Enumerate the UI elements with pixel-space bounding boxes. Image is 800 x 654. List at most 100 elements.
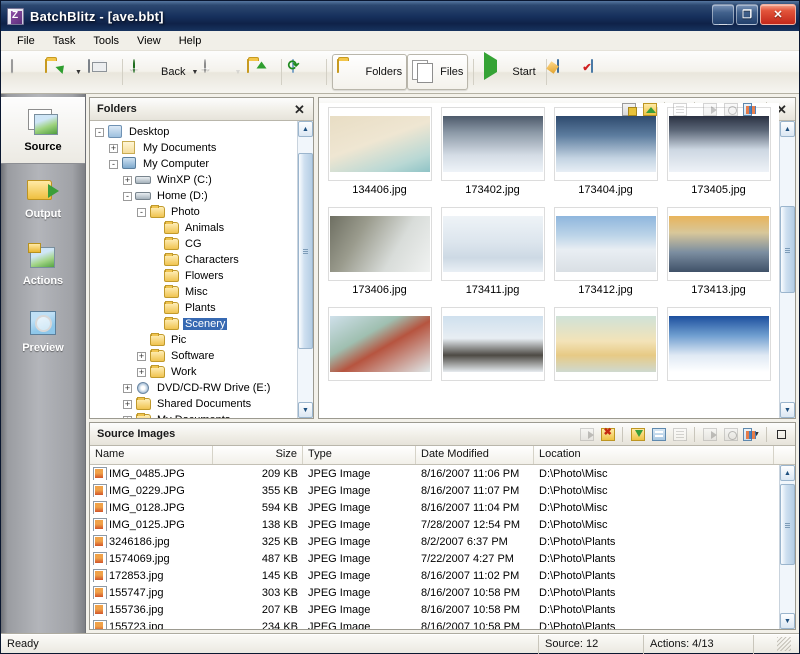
checklist-button[interactable] — [586, 54, 620, 90]
menu-file[interactable]: File — [8, 33, 44, 49]
table-row[interactable]: 172853.jpg145 KBJPEG Image8/16/2007 11:0… — [90, 567, 779, 584]
scroll-down-icon[interactable]: ▼ — [780, 613, 795, 629]
folders-tree-scrollbar[interactable]: ▲ ▼ — [297, 121, 313, 418]
sidebar-item-source[interactable]: Source — [1, 97, 85, 164]
view-mode-button[interactable]: ▼ — [742, 425, 761, 443]
scroll-track[interactable] — [780, 137, 795, 402]
column-header-date-modified[interactable]: Date Modified — [416, 446, 534, 464]
scroll-thumb[interactable] — [780, 484, 795, 566]
tree-item-plants[interactable]: Plants — [93, 300, 297, 316]
tree-item-winxp-c[interactable]: +WinXP (C:) — [93, 172, 297, 188]
scroll-down-icon[interactable]: ▼ — [298, 402, 313, 418]
tree-item-dvd-cd-rw-drive-e[interactable]: +DVD/CD-RW Drive (E:) — [93, 380, 297, 396]
tree-item-software[interactable]: +Software — [93, 348, 297, 364]
tree-item-my-documents[interactable]: +My Documents — [93, 140, 297, 156]
expand-icon[interactable]: + — [137, 368, 146, 377]
save-button[interactable] — [83, 54, 117, 90]
open-folder-button[interactable] — [40, 54, 74, 90]
back-button[interactable]: ← Back — [128, 54, 190, 90]
thumbnail-item[interactable]: 134406.jpg — [323, 103, 436, 203]
scroll-thumb[interactable] — [298, 153, 313, 349]
scroll-down-icon[interactable]: ▼ — [780, 402, 795, 418]
table-row[interactable]: IMG_0125.JPG138 KBJPEG Image7/28/2007 12… — [90, 516, 779, 533]
forward-button[interactable]: → — [199, 54, 233, 90]
scroll-thumb[interactable] — [780, 206, 795, 293]
files-toggle-button[interactable]: Files — [407, 54, 468, 90]
tree-item-my-computer[interactable]: -My Computer — [93, 156, 297, 172]
thumbnail-item[interactable] — [549, 303, 662, 403]
expand-icon[interactable]: + — [109, 144, 118, 153]
tree-item-photo[interactable]: -Photo — [93, 204, 297, 220]
table-row[interactable]: IMG_0485.JPG209 KBJPEG Image8/16/2007 11… — [90, 465, 779, 482]
scroll-up-icon[interactable]: ▲ — [298, 121, 313, 137]
grab-selection-button[interactable] — [619, 100, 638, 118]
source-images-list[interactable]: IMG_0485.JPG209 KBJPEG Image8/16/2007 11… — [90, 465, 779, 629]
remove-button[interactable] — [598, 425, 617, 443]
thumbnail-item[interactable] — [323, 303, 436, 403]
column-header-size[interactable]: Size — [213, 446, 303, 464]
thumbnail-item[interactable] — [436, 303, 549, 403]
maximize-button[interactable]: ❐ — [736, 4, 758, 25]
grid-button[interactable] — [649, 425, 668, 443]
source-images-scrollbar[interactable]: ▲ ▼ — [779, 465, 795, 629]
table-row[interactable]: 155736.jpg207 KBJPEG Image8/16/2007 10:5… — [90, 601, 779, 618]
menu-help[interactable]: Help — [170, 33, 211, 49]
menu-view[interactable]: View — [128, 33, 170, 49]
files-scrollbar[interactable]: ▲ ▼ — [779, 121, 795, 418]
thumbnail-item[interactable]: 173412.jpg — [549, 203, 662, 303]
table-row[interactable]: IMG_0128.JPG594 KBJPEG Image8/16/2007 11… — [90, 499, 779, 516]
tree-item-pic[interactable]: Pic — [93, 332, 297, 348]
table-row[interactable]: IMG_0229.JPG355 KBJPEG Image8/16/2007 11… — [90, 482, 779, 499]
resize-grip-icon[interactable] — [777, 637, 791, 651]
tree-item-animals[interactable]: Animals — [93, 220, 297, 236]
thumbnail-item[interactable]: 173402.jpg — [436, 103, 549, 203]
expand-icon[interactable]: + — [123, 400, 132, 409]
refresh-button[interactable]: ⟳ — [287, 54, 321, 90]
sidebar-item-preview[interactable]: Preview — [1, 298, 85, 365]
table-row[interactable]: 155747.jpg303 KBJPEG Image8/16/2007 10:5… — [90, 584, 779, 601]
menu-tools[interactable]: Tools — [84, 33, 128, 49]
tree-item-misc[interactable]: Misc — [93, 284, 297, 300]
new-document-button[interactable] — [6, 54, 40, 90]
folders-toggle-button[interactable]: Folders — [332, 54, 407, 90]
tree-item-desktop[interactable]: -Desktop — [93, 124, 297, 140]
sidebar-item-output[interactable]: Output — [1, 164, 85, 231]
files-thumbnail-grid[interactable]: 134406.jpg173402.jpg173404.jpg173405.jpg… — [319, 103, 779, 418]
thumbnail-item[interactable]: 173413.jpg — [662, 203, 775, 303]
scroll-track[interactable] — [298, 137, 313, 402]
tree-item-characters[interactable]: Characters — [93, 252, 297, 268]
scroll-up-icon[interactable]: ▲ — [780, 121, 795, 137]
source-images-restore-button[interactable] — [772, 425, 791, 443]
thumbnail-item[interactable] — [662, 303, 775, 403]
minimize-button[interactable]: _ — [712, 4, 734, 25]
tree-item-cg[interactable]: CG — [93, 236, 297, 252]
expand-icon[interactable]: + — [137, 352, 146, 361]
collapse-icon[interactable]: - — [137, 208, 146, 217]
thumbnail-item[interactable]: 173411.jpg — [436, 203, 549, 303]
scroll-track[interactable] — [780, 481, 795, 613]
thumbnail-item[interactable]: 173406.jpg — [323, 203, 436, 303]
menu-task[interactable]: Task — [44, 33, 85, 49]
tree-item-my-documents[interactable]: +My Documents — [93, 412, 297, 418]
thumbnail-item[interactable]: 173404.jpg — [549, 103, 662, 203]
tree-item-home-d[interactable]: -Home (D:) — [93, 188, 297, 204]
folders-tree[interactable]: -Desktop+My Documents-My Computer+WinXP … — [90, 121, 297, 418]
table-row[interactable]: 155723.jpg234 KBJPEG Image8/16/2007 10:5… — [90, 618, 779, 629]
column-header-type[interactable]: Type — [303, 446, 416, 464]
download-button[interactable] — [628, 425, 647, 443]
sidebar-item-actions[interactable]: Actions — [1, 231, 85, 298]
table-row[interactable]: 3246186.jpg325 KBJPEG Image8/2/2007 6:37… — [90, 533, 779, 550]
add-files-button[interactable] — [640, 100, 659, 118]
start-button[interactable]: Start — [479, 54, 540, 90]
up-folder-button[interactable] — [242, 54, 276, 90]
collapse-icon[interactable]: - — [109, 160, 118, 169]
thumbnail-item[interactable]: 173405.jpg — [662, 103, 775, 203]
collapse-icon[interactable]: - — [95, 128, 104, 137]
tree-item-work[interactable]: +Work — [93, 364, 297, 380]
folders-panel-close-button[interactable]: ✕ — [290, 100, 309, 118]
tree-item-scenery[interactable]: Scenery — [93, 316, 297, 332]
scroll-up-icon[interactable]: ▲ — [780, 465, 795, 481]
expand-icon[interactable]: + — [123, 176, 132, 185]
column-header-name[interactable]: Name — [90, 446, 213, 464]
tree-item-flowers[interactable]: Flowers — [93, 268, 297, 284]
